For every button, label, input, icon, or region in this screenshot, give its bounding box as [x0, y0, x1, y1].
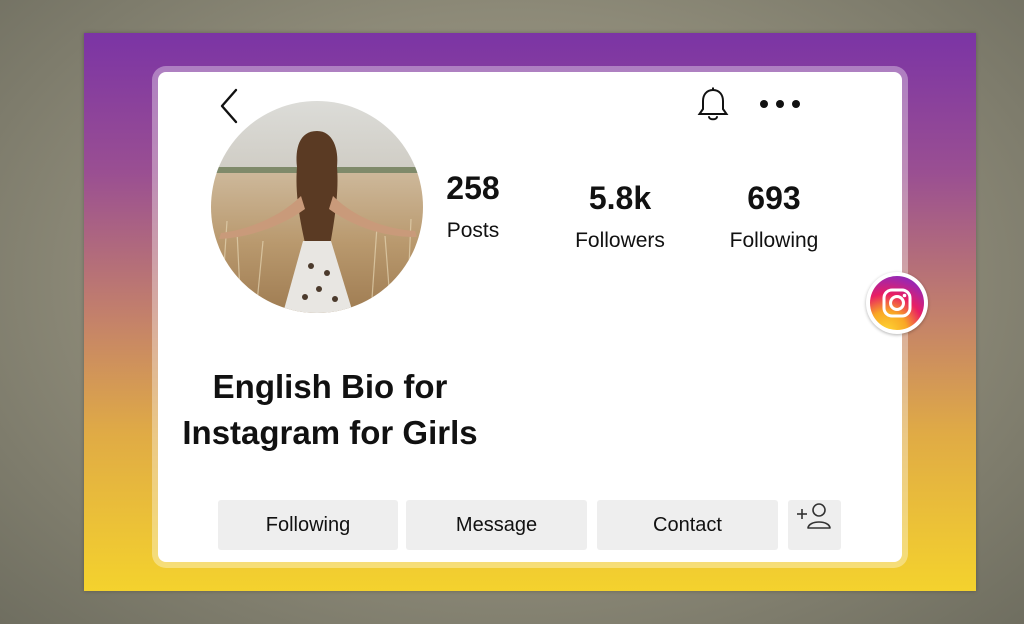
bio-line-2: Instagram for Girls: [182, 414, 478, 451]
posts-count: 258: [446, 170, 500, 206]
add-user-button[interactable]: [788, 500, 841, 550]
back-chevron-icon[interactable]: [214, 86, 248, 126]
following-count: 693: [747, 180, 801, 216]
instagram-icon: [870, 276, 924, 330]
avatar[interactable]: [211, 101, 423, 313]
following-label: Following: [729, 229, 819, 252]
stat-posts[interactable]: 258 Posts: [433, 170, 513, 244]
bio-title: English Bio for Instagram for Girls: [170, 364, 490, 456]
stat-following[interactable]: 693 Following: [714, 180, 834, 254]
followers-count: 5.8k: [588, 180, 652, 216]
followers-label: Followers: [575, 229, 665, 252]
bell-icon[interactable]: [694, 86, 732, 124]
instagram-logo: [866, 272, 928, 334]
contact-button[interactable]: Contact: [597, 500, 778, 550]
message-button[interactable]: Message: [406, 500, 587, 550]
add-user-icon: [797, 503, 831, 529]
more-options-icon[interactable]: [756, 94, 804, 114]
following-button[interactable]: Following: [218, 500, 398, 550]
posts-label: Posts: [446, 219, 500, 242]
stat-followers[interactable]: 5.8k Followers: [560, 180, 680, 254]
bio-line-1: English Bio for: [212, 368, 448, 405]
avatar-photo: [211, 101, 423, 313]
